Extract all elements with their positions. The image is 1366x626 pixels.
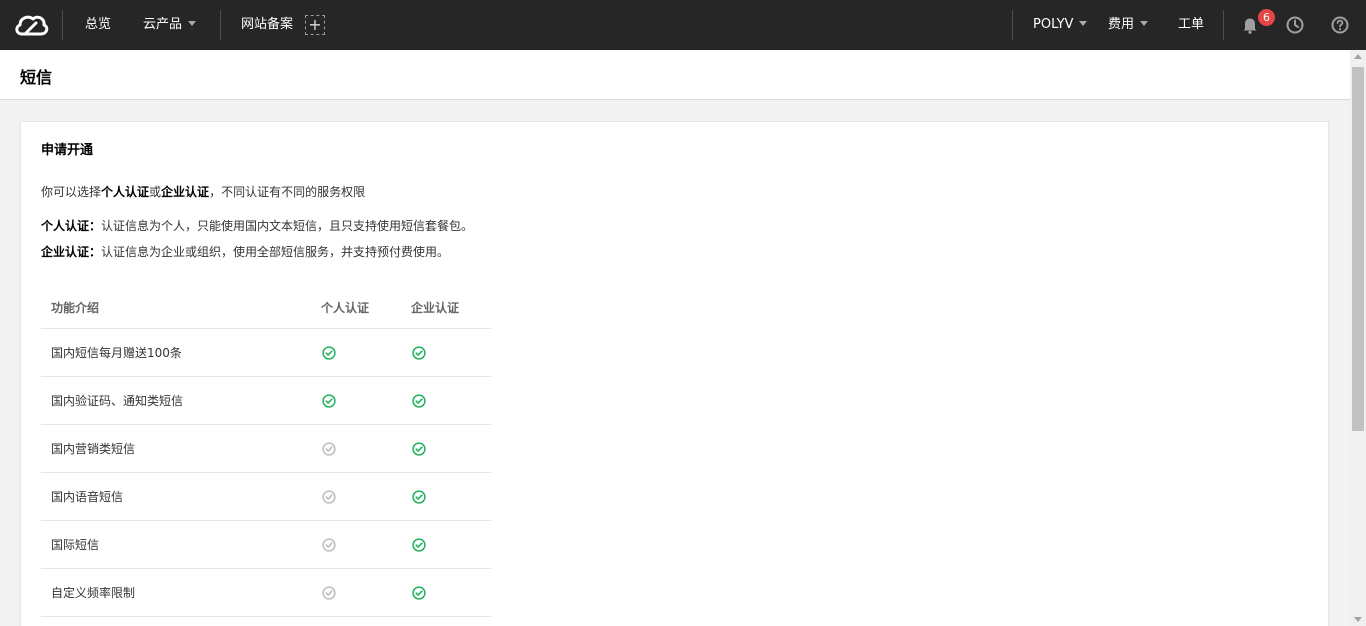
- check-circle-icon: [412, 394, 426, 408]
- page-header: 短信: [0, 50, 1350, 100]
- header-personal: 个人认证: [321, 301, 370, 315]
- table-header: 功能介绍 个人认证 企业认证: [41, 288, 491, 329]
- check-circle-disabled-icon: [322, 586, 336, 600]
- table-row: 国内营销类短信: [41, 425, 491, 473]
- card-title: 申请开通: [41, 143, 94, 158]
- check-circle-disabled-icon: [322, 490, 336, 504]
- feature-name: 国内语音短信: [51, 490, 124, 504]
- notification-badge: 6: [1258, 9, 1275, 26]
- table-row: 国际短信: [41, 521, 491, 569]
- table-row: 国内短信每月赠送100条: [41, 329, 491, 377]
- nav-divider: [220, 10, 221, 40]
- intro-personal: 个人认证: [101, 185, 150, 199]
- bell-icon[interactable]: [1240, 15, 1260, 35]
- feature-name: 国内营销类短信: [51, 442, 136, 456]
- nav-divider: [62, 10, 63, 40]
- nav-divider: [1223, 10, 1224, 40]
- nav-tickets[interactable]: 工单: [1178, 0, 1204, 50]
- page-scrollbar[interactable]: [1350, 50, 1366, 626]
- feature-name: 国际短信: [51, 538, 100, 552]
- check-circle-icon: [412, 538, 426, 552]
- enterprise-definition-text: 认证信息为企业或组织，使用全部短信服务，并支持预付费使用。: [101, 245, 450, 259]
- check-circle-disabled-icon: [322, 538, 336, 552]
- header-enterprise: 企业认证: [411, 301, 460, 315]
- feature-name: 国内验证码、通知类短信: [51, 394, 184, 408]
- table-body: 国内短信每月赠送100条 国内验证码、通知类短信 国内营销类短信 国内语音短信 国际短信…: [41, 329, 491, 617]
- scroll-down-arrow-icon[interactable]: [1354, 617, 1362, 622]
- billing-dropdown[interactable]: 费用: [1108, 0, 1149, 50]
- intro-text: 你可以选择个人认证或企业认证，不同认证有不同的服务权限: [41, 183, 365, 200]
- cloud-logo-icon[interactable]: [12, 10, 50, 40]
- top-nav: 总览 云产品 网站备案 + POLYV 费用 工单 6: [0, 0, 1366, 50]
- personal-definition-text: 认证信息为个人，只能使用国内文本短信，且只支持使用短信套餐包。: [101, 219, 474, 233]
- header-feature: 功能介绍: [51, 301, 100, 315]
- scroll-thumb[interactable]: [1352, 67, 1364, 431]
- page-title: 短信: [20, 68, 53, 87]
- chevron-down-icon: [1140, 21, 1149, 26]
- check-circle-icon: [322, 346, 336, 360]
- intro-prefix: 你可以选择: [41, 185, 102, 199]
- enterprise-definition-label: 企业认证：: [41, 245, 102, 259]
- account-dropdown[interactable]: POLYV: [1033, 0, 1088, 50]
- apply-card: 申请开通 你可以选择个人认证或企业认证，不同认证有不同的服务权限 个人认证：认证…: [20, 121, 1329, 626]
- personal-definition-label: 个人认证：: [41, 219, 102, 233]
- check-circle-icon: [412, 442, 426, 456]
- intro-suffix: ，不同认证有不同的服务权限: [209, 185, 366, 199]
- check-circle-icon: [412, 490, 426, 504]
- personal-definition: 个人认证：认证信息为个人，只能使用国内文本短信，且只支持使用短信套餐包。: [41, 217, 473, 234]
- check-circle-disabled-icon: [322, 442, 336, 456]
- table-row: 自定义频率限制: [41, 569, 491, 617]
- scroll-up-arrow-icon[interactable]: [1354, 54, 1362, 59]
- table-row: 国内验证码、通知类短信: [41, 377, 491, 425]
- check-circle-icon: [412, 346, 426, 360]
- nav-divider: [1012, 10, 1013, 40]
- intro-enterprise: 企业认证: [161, 185, 210, 199]
- enterprise-definition: 企业认证：认证信息为企业或组织，使用全部短信服务，并支持预付费使用。: [41, 243, 449, 260]
- feature-name: 自定义频率限制: [51, 586, 136, 600]
- feature-table: 功能介绍 个人认证 企业认证 国内短信每月赠送100条 国内验证码、通知类短信 国内…: [41, 288, 491, 617]
- add-icon[interactable]: +: [305, 15, 325, 35]
- nav-overview[interactable]: 总览: [85, 0, 111, 50]
- intro-or: 或: [149, 185, 162, 199]
- check-circle-icon: [322, 394, 336, 408]
- chevron-down-icon: [188, 21, 197, 26]
- chevron-down-icon: [1079, 21, 1088, 26]
- nav-products-dropdown[interactable]: 云产品: [143, 0, 197, 50]
- check-circle-icon: [412, 586, 426, 600]
- clock-icon[interactable]: [1285, 15, 1305, 35]
- nav-icp[interactable]: 网站备案: [241, 0, 293, 50]
- feature-name: 国内短信每月赠送100条: [51, 346, 182, 360]
- table-row: 国内语音短信: [41, 473, 491, 521]
- help-icon[interactable]: [1330, 15, 1350, 35]
